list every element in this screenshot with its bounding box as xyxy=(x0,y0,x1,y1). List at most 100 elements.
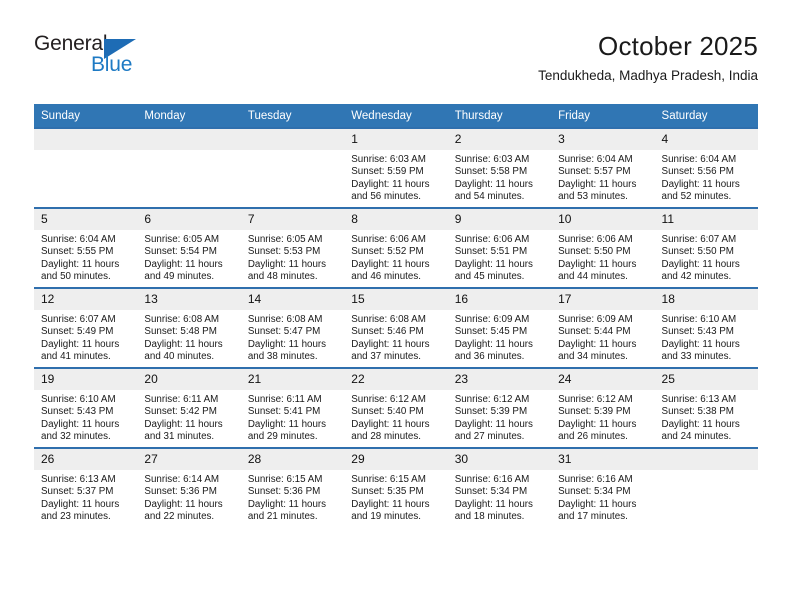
day-detail-daylight2: and 23 minutes. xyxy=(41,511,111,523)
weekday-header-thursday: Thursday xyxy=(447,104,552,128)
calendar-day-cell[interactable]: 4 Sunrise: 6:04 AM Sunset: 5:56 PM Daylight… xyxy=(654,127,758,208)
calendar-day-cell[interactable]: 17 Sunrise: 6:09 AM Sunset: 5:44 PM Dayligh… xyxy=(551,287,655,368)
calendar-day-cell[interactable]: 12 Sunrise: 6:07 AM Sunset: 5:49 PM Dayligh… xyxy=(34,287,138,368)
day-detail-sunrise: Sunrise: 6:06 AM xyxy=(351,234,426,245)
day-number: 22 xyxy=(344,369,448,390)
calendar-day-cell[interactable]: 27 Sunrise: 6:14 AM Sunset: 5:36 PM Dayligh… xyxy=(137,447,241,527)
day-detail-daylight1: Daylight: 11 hours xyxy=(247,338,327,350)
calendar-day-cell[interactable]: 14 Sunrise: 6:08 AM Sunset: 5:47 PM Dayligh… xyxy=(240,287,345,368)
day-details: Sunrise: 6:09 AM Sunset: 5:44 PM Daylight:… xyxy=(551,310,654,364)
day-detail-daylight1: Daylight: 11 hours xyxy=(661,418,740,430)
calendar-body: 1 Sunrise: 6:03 AM Sunset: 5:59 PM Daylight… xyxy=(34,127,758,527)
generalblue-logo[interactable]: General Blue xyxy=(34,32,184,88)
calendar-day-cell[interactable]: 11 Sunrise: 6:07 AM Sunset: 5:50 PM Dayligh… xyxy=(654,207,758,288)
calendar-day-cell[interactable]: 1 Sunrise: 6:03 AM Sunset: 5:59 PM Daylight… xyxy=(344,127,448,208)
day-detail-sunset: Sunset: 5:43 PM xyxy=(41,406,114,418)
day-detail-daylight1: Daylight: 11 hours xyxy=(41,418,120,430)
day-detail-daylight1: Daylight: 11 hours xyxy=(247,418,327,430)
calendar-day-cell[interactable]: 8 Sunrise: 6:06 AM Sunset: 5:52 PM Daylight… xyxy=(344,207,448,288)
day-detail-daylight1: Daylight: 11 hours xyxy=(144,418,223,430)
day-detail-daylight1: Daylight: 11 hours xyxy=(41,498,120,510)
calendar-day-cell[interactable]: 21 Sunrise: 6:11 AM Sunset: 5:41 PM Dayligh… xyxy=(240,367,345,448)
day-details: Sunrise: 6:14 AM Sunset: 5:36 PM Daylight:… xyxy=(137,470,240,524)
calendar-day-cell[interactable]: 5 Sunrise: 6:04 AM Sunset: 5:55 PM Daylight… xyxy=(34,207,138,288)
calendar-day-cell[interactable]: 16 Sunrise: 6:09 AM Sunset: 5:45 PM Dayligh… xyxy=(447,287,552,368)
day-number: 24 xyxy=(551,369,655,390)
calendar-day-cell[interactable]: 28 Sunrise: 6:15 AM Sunset: 5:36 PM Dayligh… xyxy=(240,447,345,527)
day-details: Sunrise: 6:04 AM Sunset: 5:55 PM Daylight:… xyxy=(34,230,137,284)
day-number: 18 xyxy=(654,289,758,310)
day-details: Sunrise: 6:05 AM Sunset: 5:54 PM Daylight:… xyxy=(137,230,240,284)
calendar-page: General Blue October 2025 Tendukheda, Ma… xyxy=(0,0,792,612)
day-details xyxy=(655,470,758,474)
day-detail-sunset: Sunset: 5:42 PM xyxy=(144,406,217,418)
calendar-day-cell[interactable]: 23 Sunrise: 6:12 AM Sunset: 5:39 PM Dayligh… xyxy=(447,367,552,448)
day-detail-daylight1: Daylight: 11 hours xyxy=(351,258,430,270)
day-details: Sunrise: 6:06 AM Sunset: 5:52 PM Daylight:… xyxy=(344,230,447,284)
day-detail-sunrise: Sunrise: 6:15 AM xyxy=(351,474,426,485)
calendar-day-cell[interactable]: 15 Sunrise: 6:08 AM Sunset: 5:46 PM Dayligh… xyxy=(344,287,448,368)
calendar-header-row: Sunday Monday Tuesday Wednesday Thursday… xyxy=(34,104,758,128)
day-detail-sunrise: Sunrise: 6:08 AM xyxy=(144,314,220,325)
calendar-day-cell[interactable]: 18 Sunrise: 6:10 AM Sunset: 5:43 PM Dayligh… xyxy=(654,287,758,368)
day-detail-daylight2: and 21 minutes. xyxy=(247,511,318,523)
day-detail-sunrise: Sunrise: 6:13 AM xyxy=(661,394,737,405)
calendar-day-cell[interactable]: 19 Sunrise: 6:10 AM Sunset: 5:43 PM Dayligh… xyxy=(34,367,138,448)
calendar-day-cell[interactable]: 6 Sunrise: 6:05 AM Sunset: 5:54 PM Daylight… xyxy=(137,207,241,288)
day-detail-sunrise: Sunrise: 6:10 AM xyxy=(661,314,737,325)
day-detail-sunset: Sunset: 5:43 PM xyxy=(661,326,734,338)
day-detail-sunrise: Sunrise: 6:12 AM xyxy=(454,394,530,405)
day-detail-daylight2: and 18 minutes. xyxy=(454,511,525,523)
calendar-day-cell[interactable]: 2 Sunrise: 6:03 AM Sunset: 5:58 PM Daylight… xyxy=(447,127,552,208)
day-detail-sunset: Sunset: 5:52 PM xyxy=(351,246,424,258)
calendar-day-cell[interactable]: 13 Sunrise: 6:08 AM Sunset: 5:48 PM Dayligh… xyxy=(137,287,241,368)
day-detail-daylight1: Daylight: 11 hours xyxy=(144,258,223,270)
day-details: Sunrise: 6:08 AM Sunset: 5:46 PM Daylight:… xyxy=(344,310,447,364)
day-detail-daylight1: Daylight: 11 hours xyxy=(661,178,740,190)
calendar-day-cell[interactable]: 31 Sunrise: 6:16 AM Sunset: 5:34 PM Dayligh… xyxy=(551,447,655,527)
day-number: 20 xyxy=(137,369,241,390)
calendar-day-cell[interactable]: 25 Sunrise: 6:13 AM Sunset: 5:38 PM Dayligh… xyxy=(654,367,758,448)
day-detail-daylight1: Daylight: 11 hours xyxy=(247,498,327,510)
day-detail-daylight1: Daylight: 11 hours xyxy=(454,498,533,510)
day-number xyxy=(137,129,241,150)
day-detail-sunrise: Sunrise: 6:03 AM xyxy=(351,154,426,165)
day-detail-daylight2: and 24 minutes. xyxy=(661,431,732,443)
calendar-day-cell[interactable]: 26 Sunrise: 6:13 AM Sunset: 5:37 PM Dayligh… xyxy=(34,447,138,527)
day-number: 6 xyxy=(137,209,241,230)
day-detail-daylight2: and 42 minutes. xyxy=(661,271,732,283)
day-detail-daylight2: and 49 minutes. xyxy=(144,271,215,283)
day-detail-daylight1: Daylight: 11 hours xyxy=(454,178,533,190)
day-detail-daylight2: and 50 minutes. xyxy=(41,271,111,283)
page-subtitle: Tendukheda, Madhya Pradesh, India xyxy=(538,68,758,83)
day-detail-sunrise: Sunrise: 6:09 AM xyxy=(454,314,530,325)
day-detail-sunrise: Sunrise: 6:09 AM xyxy=(558,314,633,325)
day-detail-daylight2: and 53 minutes. xyxy=(558,191,628,203)
calendar-day-cell[interactable]: 9 Sunrise: 6:06 AM Sunset: 5:51 PM Daylight… xyxy=(447,207,552,288)
calendar-day-cell[interactable]: 29 Sunrise: 6:15 AM Sunset: 5:35 PM Dayligh… xyxy=(344,447,448,527)
calendar-day-cell[interactable]: 10 Sunrise: 6:06 AM Sunset: 5:50 PM Dayligh… xyxy=(551,207,655,288)
day-detail-sunset: Sunset: 5:44 PM xyxy=(558,326,631,338)
calendar-day-cell[interactable]: 24 Sunrise: 6:12 AM Sunset: 5:39 PM Dayligh… xyxy=(551,367,655,448)
calendar-day-cell[interactable]: 3 Sunrise: 6:04 AM Sunset: 5:57 PM Daylight… xyxy=(551,127,655,208)
day-detail-daylight2: and 54 minutes. xyxy=(454,191,525,203)
day-detail-sunset: Sunset: 5:51 PM xyxy=(454,246,528,258)
day-detail-sunrise: Sunrise: 6:06 AM xyxy=(558,234,633,245)
day-detail-daylight1: Daylight: 11 hours xyxy=(558,498,637,510)
day-detail-daylight2: and 38 minutes. xyxy=(247,351,318,363)
day-detail-sunset: Sunset: 5:47 PM xyxy=(247,326,321,338)
day-detail-daylight1: Daylight: 11 hours xyxy=(454,338,533,350)
calendar-day-cell[interactable]: 30 Sunrise: 6:16 AM Sunset: 5:34 PM Dayligh… xyxy=(447,447,552,527)
day-detail-daylight1: Daylight: 11 hours xyxy=(41,258,120,270)
weekday-header-saturday: Saturday xyxy=(654,104,758,128)
day-details: Sunrise: 6:09 AM Sunset: 5:45 PM Daylight:… xyxy=(448,310,551,364)
day-detail-sunset: Sunset: 5:49 PM xyxy=(41,326,114,338)
calendar-day-cell[interactable]: 7 Sunrise: 6:05 AM Sunset: 5:53 PM Daylight… xyxy=(240,207,345,288)
day-detail-daylight2: and 33 minutes. xyxy=(661,351,732,363)
calendar-week-row: 26 Sunrise: 6:13 AM Sunset: 5:37 PM Dayligh… xyxy=(34,447,758,527)
calendar-day-cell[interactable]: 22 Sunrise: 6:12 AM Sunset: 5:40 PM Dayligh… xyxy=(344,367,448,448)
day-detail-daylight2: and 26 minutes. xyxy=(558,431,628,443)
calendar-day-cell[interactable]: 20 Sunrise: 6:11 AM Sunset: 5:42 PM Dayligh… xyxy=(137,367,241,448)
day-detail-daylight1: Daylight: 11 hours xyxy=(454,258,533,270)
day-number xyxy=(34,129,138,150)
